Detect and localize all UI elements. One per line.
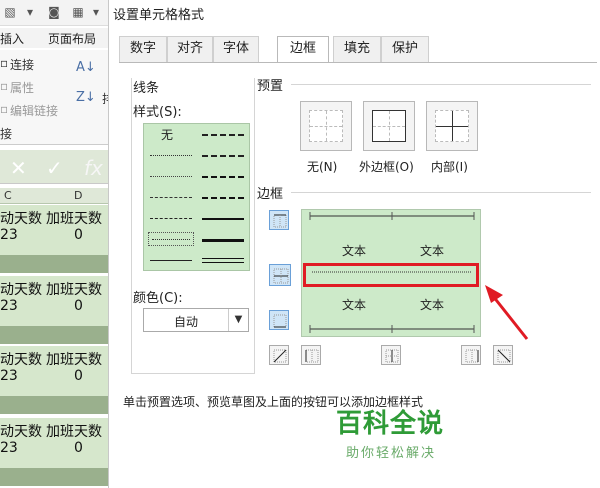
tab-font[interactable]: 字体: [213, 36, 259, 62]
row-gap: [0, 255, 118, 273]
cell[interactable]: 0: [74, 440, 83, 456]
link-icon: ▫: [0, 102, 9, 116]
cell[interactable]: 加班天数: [46, 279, 102, 299]
cell[interactable]: 动天数: [0, 208, 42, 228]
cell[interactable]: 23: [0, 440, 18, 456]
tab-number[interactable]: 数字: [119, 36, 167, 62]
paint-icon[interactable]: ▧: [2, 5, 18, 19]
tab-fill[interactable]: 填充: [333, 36, 381, 62]
tab-alignment[interactable]: 对齐: [167, 36, 213, 62]
cancel-icon[interactable]: ✕: [10, 156, 27, 180]
column-header: C D: [0, 188, 118, 204]
cell[interactable]: 动天数: [0, 279, 42, 299]
cell[interactable]: 加班天数: [46, 421, 102, 441]
cell[interactable]: 23: [0, 368, 18, 384]
menu-page-layout[interactable]: 页面布局: [48, 30, 96, 47]
ribbon-edit-links[interactable]: 编辑链接: [10, 102, 58, 119]
ribbon-menu: 插入 页面布局: [0, 28, 118, 48]
column-c[interactable]: C: [4, 189, 12, 202]
cell[interactable]: 23: [0, 298, 18, 314]
fx-icon[interactable]: fx: [84, 156, 103, 180]
tab-border[interactable]: 边框: [277, 36, 329, 63]
cell[interactable]: 加班天数: [46, 208, 102, 228]
ribbon-panel: ▫ 连接 ▫ 属性 ▫ 编辑链接 接 A↓ Z↓ 排: [0, 50, 118, 145]
chevron-down-icon[interactable]: ▾: [22, 5, 38, 19]
sort-za-icon[interactable]: Z↓: [76, 90, 96, 105]
row-gap: [0, 326, 118, 344]
cell[interactable]: 0: [74, 298, 83, 314]
confirm-icon[interactable]: ✓: [46, 156, 63, 180]
tab-protection[interactable]: 保护: [381, 36, 429, 62]
cell[interactable]: 23: [0, 227, 18, 243]
ribbon-connect[interactable]: 连接: [10, 56, 34, 73]
cell[interactable]: 动天数: [0, 421, 42, 441]
sort-az-icon[interactable]: A↓: [76, 60, 96, 75]
ribbon-section-label: 接: [0, 127, 13, 141]
watermark: 百科全说 助你轻松解决: [336, 403, 444, 461]
cell[interactable]: 0: [74, 227, 83, 243]
camera-icon[interactable]: ◙: [46, 5, 62, 19]
table-row: 动天数 加班天数 23 0: [0, 205, 118, 255]
properties-icon: ▫: [0, 79, 9, 93]
excel-window: ▧ ▾ ◙ ▦ ▾ 插入 页面布局 ▫ 连接 ▫ 属性 ▫ 编辑链接 接 A↓ …: [0, 0, 118, 488]
row-gap: [0, 468, 118, 486]
row-gap: [0, 396, 118, 414]
screen: ▧ ▾ ◙ ▦ ▾ 插入 页面布局 ▫ 连接 ▫ 属性 ▫ 编辑链接 接 A↓ …: [0, 0, 600, 488]
table-row: 动天数 加班天数 23 0: [0, 418, 118, 468]
layout-icon[interactable]: ▦: [70, 5, 86, 19]
ribbon-properties[interactable]: 属性: [10, 79, 34, 96]
cell[interactable]: 加班天数: [46, 349, 102, 369]
formula-bar: ✕ ✓ fx: [0, 150, 118, 184]
cell[interactable]: 动天数: [0, 349, 42, 369]
menu-insert[interactable]: 插入: [0, 30, 24, 47]
watermark-subtitle: 助你轻松解决: [346, 446, 437, 461]
table-row: 动天数 加班天数 23 0: [0, 346, 118, 396]
dialog-title: 设置单元格格式: [113, 8, 205, 23]
table-row: 动天数 加班天数 23 0: [0, 276, 118, 326]
column-d[interactable]: D: [74, 189, 82, 202]
chevron-down-icon[interactable]: ▾: [88, 5, 104, 19]
connect-icon: ▫: [0, 56, 9, 70]
quick-access-toolbar: ▧ ▾ ◙ ▦ ▾: [0, 0, 118, 26]
cell[interactable]: 0: [74, 368, 83, 384]
watermark-title: 百科全说: [336, 409, 445, 439]
